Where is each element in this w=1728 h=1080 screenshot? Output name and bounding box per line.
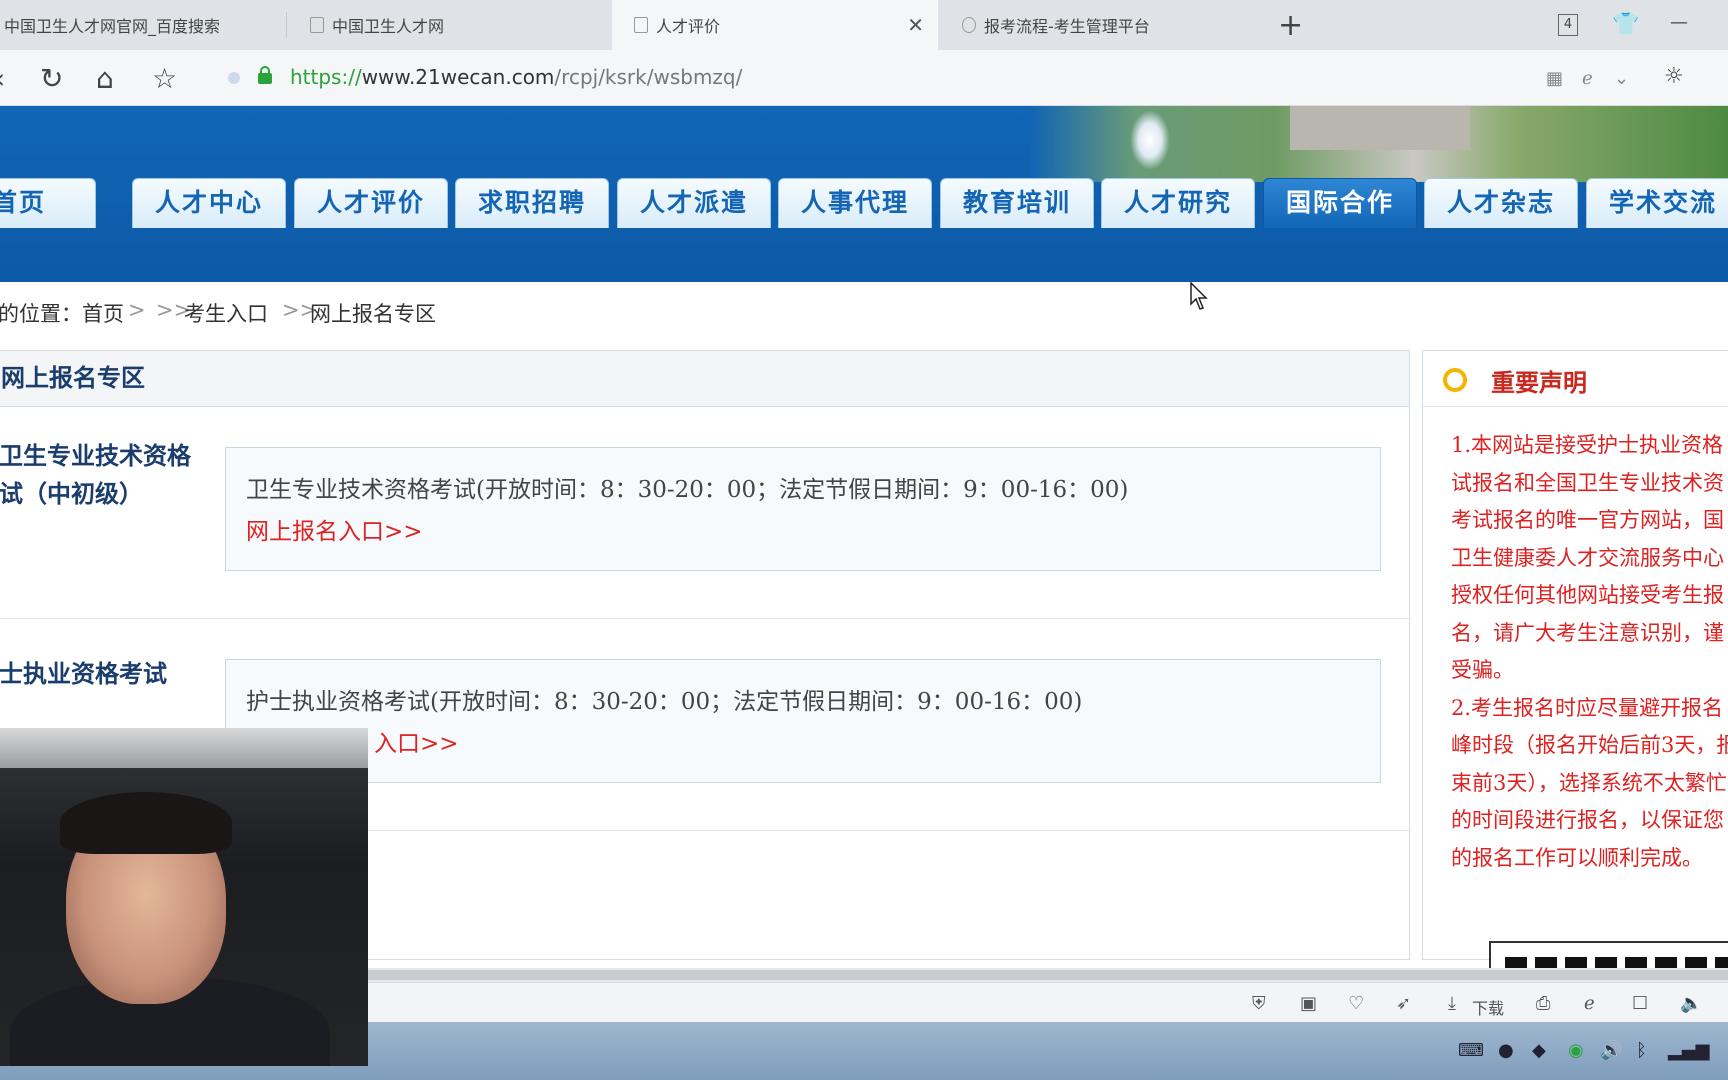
exam-info-box: 护士执业资格考试(开放时间：8：30-20：00；法定节假日期间：9：00-16… [225, 659, 1381, 783]
panel-title: 网上报名专区 [0, 351, 1409, 407]
nav-personnel-agency[interactable]: 人事代理 [778, 178, 932, 228]
registration-entry-link[interactable]: 网上报名入口>> [246, 512, 423, 546]
circle-bullet-icon [1443, 368, 1467, 392]
ie-icon[interactable]: ℯ [1584, 993, 1595, 1014]
nav-academic-exchange[interactable]: 学术交流 [1586, 178, 1728, 228]
breadcrumb: 的位置： 首页 > >> 考生入口 >> 网上报名专区 [0, 282, 1728, 338]
exam-description: 卫生专业技术资格考试(开放时间：8：30-20：00；法定节假日期间：9：00-… [246, 477, 1129, 503]
tab-wecan-home[interactable]: 中国卫生人才网 [288, 0, 612, 50]
back-icon[interactable]: ‹ [0, 62, 5, 95]
nav-education-training[interactable]: 教育培训 [940, 178, 1094, 228]
tab-label: 中国卫生人才网官网_百度搜索 [4, 17, 221, 36]
nav-international-cooperation[interactable]: 国际合作 [1263, 178, 1417, 228]
url-input[interactable]: https://www.21wecan.com/rcpj/ksrk/wsbmzq… [218, 58, 1658, 98]
window-icon[interactable]: ☐ [1632, 993, 1648, 1014]
exam-info-box: 卫生专业技术资格考试(开放时间：8：30-20：00；法定节假日期间：9：00-… [225, 447, 1381, 571]
speaker-icon[interactable]: 🔈 [1680, 993, 1702, 1014]
nav-talent-dispatch[interactable]: 人才派遣 [617, 178, 771, 228]
screen: 中国卫生人才网官网_百度搜索 中国卫生人才网 人才评价 ✕ 报考流程-考生管理平… [0, 0, 1728, 1080]
bluetooth-icon[interactable]: ᛒ [1636, 1040, 1647, 1061]
network-app-icon[interactable]: ◆ [1532, 1040, 1546, 1061]
tab-label: 人才评价 [656, 17, 721, 36]
download-icon[interactable]: ⤓ [1448, 993, 1456, 1014]
site-info-icon[interactable] [228, 72, 240, 84]
notice-title: 重要声明 [1491, 368, 1587, 397]
qq-icon[interactable]: ● [1498, 1040, 1514, 1061]
close-icon[interactable]: ✕ [907, 13, 924, 37]
tab-divider [286, 12, 287, 38]
tab-label: 中国卫生人才网 [332, 17, 445, 36]
tab-count-badge[interactable]: 4 [1558, 14, 1578, 36]
shirt-icon[interactable]: 👕 [1612, 12, 1639, 37]
breadcrumb-entry[interactable]: 考生入口 [184, 298, 268, 328]
breadcrumb-prefix: 的位置： [0, 302, 82, 326]
nav-job-recruitment[interactable]: 求职招聘 [455, 178, 609, 228]
rocket-icon[interactable]: ➶ [1396, 993, 1411, 1014]
tab-talent-evaluation[interactable]: 人才评价 ✕ [612, 0, 938, 50]
heart-icon[interactable]: ♡ [1348, 993, 1364, 1014]
breadcrumb-home[interactable]: 首页 [82, 298, 124, 328]
mouse-cursor-icon [1190, 282, 1208, 310]
minimize-icon[interactable]: — [1670, 12, 1688, 33]
notice-header: 重要声明 [1423, 351, 1728, 407]
print-icon[interactable]: ⎙ [1536, 993, 1550, 1014]
image-icon[interactable]: ▣ [1300, 993, 1317, 1014]
signal-icon[interactable]: ▂▄▆ [1668, 1040, 1710, 1061]
tab-label: 报考流程-考生管理平台 [984, 17, 1150, 36]
url-text[interactable]: https://www.21wecan.com/rcpj/ksrk/wsbmzq… [290, 65, 742, 89]
chevron-down-icon[interactable]: ⌄ [1614, 68, 1629, 89]
page-icon [634, 17, 648, 33]
breadcrumb-current: 网上报名专区 [310, 302, 436, 326]
refresh-icon[interactable]: ↻ [40, 62, 63, 95]
nav-talent-evaluation[interactable]: 人才评价 [294, 178, 448, 228]
plus-icon[interactable]: + [1278, 8, 1303, 43]
exam-description: 护士执业资格考试(开放时间：8：30-20：00；法定节假日期间：9：00-16… [246, 689, 1083, 715]
notice-text: 1.本网站是接受护士执业资格 试报名和全国卫生专业技术资 考试报名的唯一官方网站… [1451, 433, 1728, 870]
home-icon[interactable]: ⌂ [96, 62, 114, 95]
url-path: /rcpj/ksrk/wsbmzq/ [554, 65, 743, 89]
nav-talent-magazine[interactable]: 人才杂志 [1424, 178, 1578, 228]
page-icon [962, 17, 976, 33]
exam-name: 士执业资格考试 [0, 655, 167, 693]
speaker-icon[interactable]: 🔊 [1600, 1040, 1622, 1061]
nav-talent-research[interactable]: 人才研究 [1101, 178, 1255, 228]
breadcrumb-sep: > [128, 298, 146, 322]
banner-image [1030, 106, 1728, 182]
browser-tab-bar: 中国卫生人才网官网_百度搜索 中国卫生人才网 人才评价 ✕ 报考流程-考生管理平… [0, 0, 1728, 50]
scrollbar-thumb[interactable] [366, 970, 1728, 980]
site-header: 首页 人才中心 人才评价 求职招聘 人才派遣 人事代理 教育培训 人才研究 国际… [0, 106, 1728, 282]
nav-talent-center[interactable]: 人才中心 [132, 178, 286, 228]
page-icon [310, 17, 324, 33]
qr-icon[interactable]: ▦ [1546, 68, 1563, 89]
url-protocol: https:// [290, 65, 362, 89]
important-notice-panel: 重要声明 1.本网站是接受护士执业资格 试报名和全国卫生专业技术资 考试报名的唯… [1422, 350, 1728, 971]
exam-name-line: 试（中初级） [0, 479, 143, 508]
exam-name-line: 卫生专业技术资格 [0, 441, 191, 470]
nav-home[interactable]: 首页 [0, 178, 96, 228]
download-label[interactable]: 下载 [1472, 995, 1504, 1019]
sun-icon[interactable]: ☼ [1664, 64, 1684, 89]
tab-exam-process[interactable]: 报考流程-考生管理平台 [940, 0, 1260, 50]
url-host: www.21wecan.com [361, 65, 555, 89]
lock-icon [258, 66, 272, 84]
registration-entry-link[interactable]: 入口>> [374, 724, 459, 758]
tab-baidu-search[interactable]: 中国卫生人才网官网_百度搜索 [0, 0, 286, 50]
exam-name: 卫生专业技术资格 试（中初级） [0, 437, 191, 513]
keyboard-icon[interactable]: ⌨ [1458, 1040, 1484, 1061]
security-icon[interactable]: ◉ [1568, 1040, 1584, 1061]
address-bar-row: ‹ ↻ ⌂ ☆ https://www.21wecan.com/rcpj/ksr… [0, 50, 1728, 106]
shield-icon[interactable]: ⛨ [1252, 993, 1266, 1014]
qr-code-image [1489, 941, 1728, 971]
exam-row: 卫生专业技术资格 试（中初级） 卫生专业技术资格考试(开放时间：8：30-20：… [0, 407, 1409, 619]
exam-name-line: 士执业资格考试 [0, 659, 167, 688]
webcam-overlay [0, 728, 368, 1066]
ie-icon[interactable]: ℯ [1582, 68, 1593, 89]
star-icon[interactable]: ☆ [152, 62, 177, 95]
